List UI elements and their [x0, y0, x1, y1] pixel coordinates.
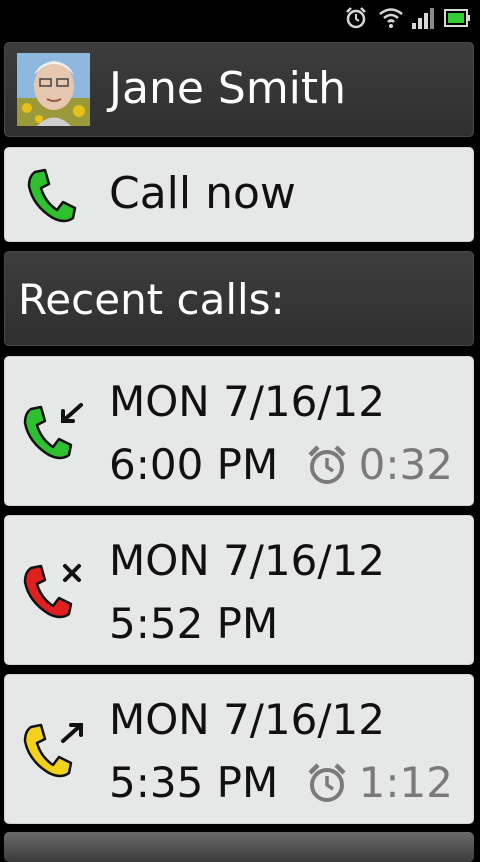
alarm-icon	[346, 7, 366, 29]
recent-calls-label: Recent calls:	[18, 275, 285, 324]
call-now-label: Call now	[109, 168, 296, 219]
call-time: 6:00 PM	[109, 440, 279, 489]
call-log-item[interactable]: MON 7/16/12 5:35 PM 1:12	[4, 674, 474, 824]
contact-header: Jane Smith	[4, 42, 474, 137]
call-time: 5:35 PM	[109, 758, 279, 807]
call-duration: 1:12	[305, 758, 453, 808]
incoming-call-icon	[23, 403, 83, 460]
next-list-item-edge[interactable]	[4, 832, 474, 862]
call-date: MON 7/16/12	[109, 536, 385, 585]
call-log-item[interactable]: MON 7/16/12 6:00 PM 0:32	[4, 356, 474, 506]
missed-call-icon	[23, 564, 81, 619]
call-duration: 0:32	[305, 440, 453, 490]
status-bar	[0, 0, 480, 36]
recent-calls-header: Recent calls:	[4, 251, 474, 346]
contact-name: Jane Smith	[109, 63, 347, 114]
call-time: 5:52 PM	[109, 599, 279, 648]
call-duration-value: 1:12	[358, 758, 453, 807]
phone-icon	[27, 168, 77, 223]
signal-icon	[412, 8, 434, 29]
alarm-clock-icon	[308, 763, 346, 802]
alarm-clock-icon	[308, 445, 346, 484]
call-date: MON 7/16/12	[109, 377, 385, 426]
call-date: MON 7/16/12	[109, 695, 385, 744]
battery-icon	[444, 9, 470, 27]
call-duration-value: 0:32	[358, 440, 453, 489]
call-now-button[interactable]: Call now	[4, 147, 474, 242]
contact-avatar[interactable]	[17, 53, 90, 126]
wifi-icon	[379, 8, 403, 28]
outgoing-call-icon	[23, 723, 83, 778]
call-log-item[interactable]: MON 7/16/12 5:52 PM	[4, 515, 474, 665]
contact-photo-icon	[17, 53, 90, 126]
